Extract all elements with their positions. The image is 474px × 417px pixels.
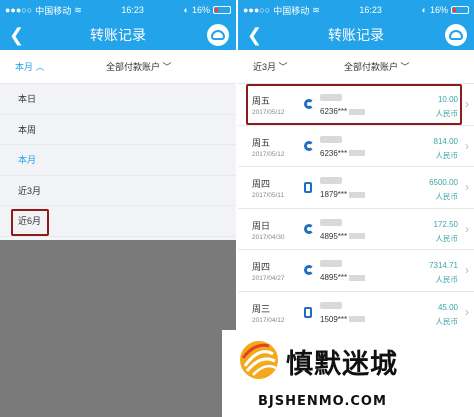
transfer-row[interactable]: 周日 2017/04/30 4895*** 172.50 人民币 › [238, 209, 474, 250]
transfer-row[interactable]: 周四 2017/05/11 1879*** 6500.00 人民币 › [238, 167, 474, 209]
battery-icon [450, 6, 469, 14]
account-filter[interactable]: 全部付款账户 ﹀ [306, 60, 410, 73]
row-currency: 人民币 [435, 233, 459, 243]
status-time: 16:23 [359, 5, 382, 15]
row-account: 1509*** [320, 314, 366, 324]
battery-percent: 16% [429, 5, 448, 15]
battery-icon [212, 6, 231, 14]
chevron-right-icon: › [465, 138, 469, 153]
transfer-row[interactable]: 周四 2017/04/27 4895*** 7314.71 人民币 › [238, 250, 474, 292]
row-amount: 7314.71 [429, 261, 458, 270]
row-weekday: 周日 [252, 220, 271, 231]
payee-name-blurred [320, 260, 342, 267]
row-currency: 人民币 [435, 275, 459, 284]
highlight-box [11, 209, 49, 236]
period-option-today[interactable]: 本日 [0, 84, 236, 115]
period-option-3-months[interactable]: 近3月 [0, 176, 236, 206]
nav-bar: ❮ 转账记录 [238, 20, 474, 50]
dim-overlay[interactable] [0, 240, 236, 417]
row-weekday: 周三 [252, 303, 271, 314]
status-bar: ●●●○○ 中国移动 ≋ 16:23 ◐ 16% [0, 0, 236, 20]
chevron-right-icon: › [465, 97, 469, 111]
period-option-month[interactable]: 本月 [0, 145, 236, 176]
row-account: 6236*** [320, 148, 366, 158]
watermark-url: BJSHENMO.COM [258, 394, 387, 409]
signal-icon: ●●●○○ [5, 5, 33, 15]
bank-logo-icon [304, 265, 314, 275]
watermark-logo [240, 341, 278, 379]
nav-bar: ❮ 转账记录 [0, 20, 236, 50]
period-filter-label: 本月 [15, 62, 34, 72]
battery-percent: 16% [191, 5, 210, 15]
payee-name-blurred [320, 301, 342, 309]
chevron-right-icon: › [465, 263, 469, 277]
orientation-lock-icon: ◐ [421, 5, 427, 15]
carrier-label: 中国移动 [35, 5, 72, 16]
period-filter[interactable]: 近3月 ﹀ [238, 60, 306, 73]
screenshot-composite: ●●●○○ 中国移动 ≋ 16:23 ◐ 16% ❮ 转账记录 本月 ︿ 全部付… [0, 0, 474, 417]
customer-service-icon[interactable] [445, 24, 467, 46]
row-account: 4895*** [320, 231, 366, 241]
highlight-box [246, 84, 462, 125]
customer-service-icon[interactable] [207, 24, 229, 46]
transfer-row[interactable]: 周五 2017/05/12 6236*** 814.00 人民币 › [238, 126, 474, 167]
watermark-text: 慎默迷城 [286, 349, 398, 380]
account-filter-label: 全部付款账户 [106, 62, 161, 72]
orientation-lock-icon: ◐ [183, 5, 189, 15]
row-amount: 172.50 [433, 219, 458, 229]
row-weekday: 周五 [252, 137, 271, 148]
phone-transfer-icon [304, 306, 312, 318]
row-account-number: 1879*** [320, 190, 348, 199]
filter-bar: 本月 ︿ 全部付款账户 ﹀ [0, 50, 236, 84]
wifi-icon: ≋ [312, 4, 320, 15]
row-currency: 人民币 [435, 150, 459, 160]
account-filter-label: 全部付款账户 [344, 62, 399, 72]
back-icon[interactable]: ❮ [9, 26, 24, 44]
row-date: 2017/04/27 [252, 275, 285, 282]
row-account: 1879*** [320, 190, 366, 199]
wifi-icon: ≋ [74, 4, 82, 15]
bank-logo-icon [304, 223, 314, 234]
payee-name-blurred [320, 135, 342, 143]
row-date: 2017/05/11 [252, 192, 285, 199]
row-amount: 45.00 [437, 302, 458, 312]
row-account-number: 4895*** [320, 231, 348, 241]
period-filter[interactable]: 本月 ︿ [0, 60, 68, 73]
row-account: 4895*** [320, 273, 366, 282]
row-account-number: 1509*** [320, 314, 348, 324]
watermark-banner: 慎默迷城 BJSHENMO.COM [222, 330, 474, 417]
row-date: 2017/04/30 [252, 233, 285, 241]
filter-bar: 近3月 ﹀ 全部付款账户 ﹀ [238, 50, 474, 84]
row-date: 2017/05/12 [252, 150, 285, 158]
row-amount: 814.00 [433, 136, 458, 146]
row-date: 2017/04/12 [252, 316, 285, 324]
row-weekday: 周四 [252, 179, 271, 189]
page-title: 转账记录 [328, 27, 384, 43]
transfer-row[interactable]: 周三 2017/04/12 1509*** 45.00 人民币 › [238, 292, 474, 333]
row-account-number: 4895*** [320, 273, 348, 282]
page-title: 转账记录 [90, 27, 146, 43]
carrier-label: 中国移动 [273, 5, 310, 16]
payee-name-blurred [320, 177, 342, 184]
period-filter-label: 近3月 [253, 62, 277, 72]
bank-logo-icon [304, 140, 314, 151]
back-icon[interactable]: ❮ [247, 26, 262, 44]
status-bar: ●●●○○ 中国移动 ≋ 16:23 ◐ 16% [238, 0, 474, 20]
status-time: 16:23 [121, 5, 144, 15]
row-account-number: 6236*** [320, 148, 348, 158]
period-option-week[interactable]: 本周 [0, 115, 236, 145]
payee-name-blurred [320, 218, 342, 226]
signal-icon: ●●●○○ [243, 5, 271, 15]
row-amount: 6500.00 [429, 178, 458, 187]
chevron-right-icon: › [465, 221, 469, 236]
row-currency: 人民币 [435, 192, 459, 201]
row-currency: 人民币 [435, 316, 459, 326]
account-filter[interactable]: 全部付款账户 ﹀ [68, 60, 172, 73]
chevron-right-icon: › [465, 304, 469, 319]
left-phone-screen: ●●●○○ 中国移动 ≋ 16:23 ◐ 16% ❮ 转账记录 本月 ︿ 全部付… [0, 0, 236, 417]
phone-transfer-icon [304, 182, 312, 193]
chevron-right-icon: › [465, 180, 469, 194]
row-weekday: 周四 [252, 262, 271, 272]
